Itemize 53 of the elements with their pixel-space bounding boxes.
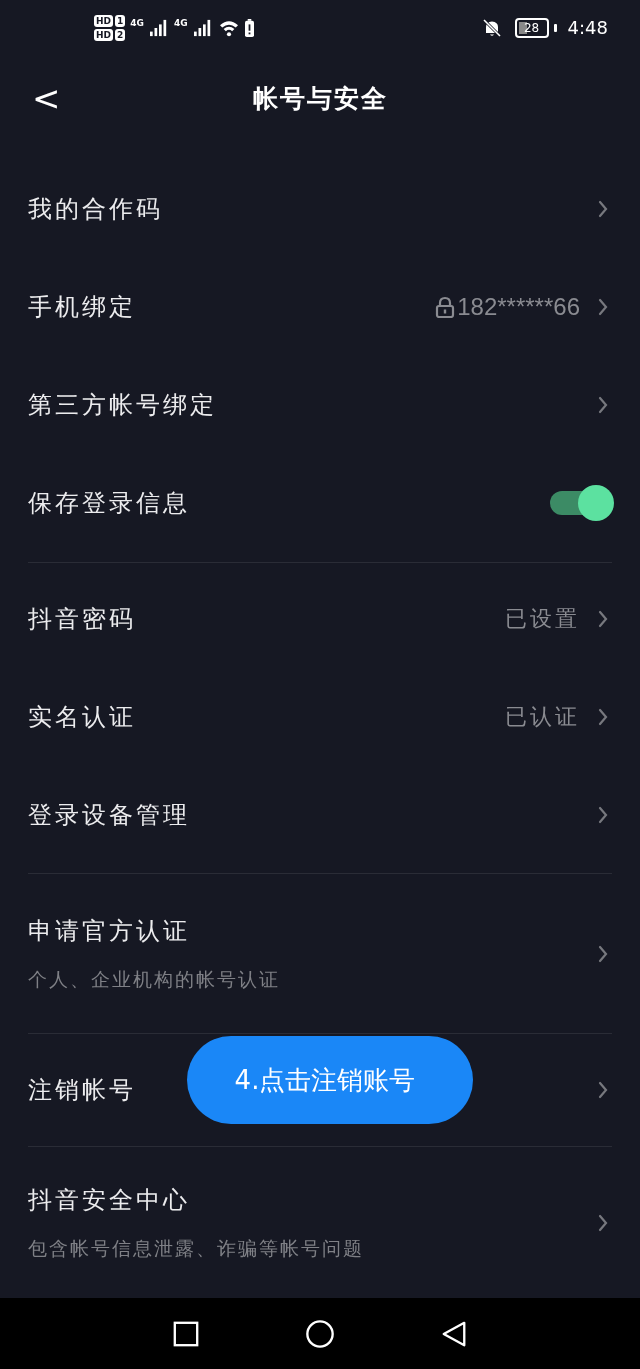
chevron-icon [598,944,608,963]
network-label: 4G [173,18,188,28]
bell-off-icon [481,17,502,38]
row-title: 抖音密码 [28,604,136,636]
row-title: 登录设备管理 [28,800,190,832]
toggle-row[interactable]: 保存登录信息 [28,454,612,553]
sim-label: HD [94,14,113,27]
settings-row[interactable]: 第三方帐号绑定 [28,356,612,455]
settings-row[interactable]: 实名认证 已认证 [28,668,612,767]
sim-slot: 2 [115,28,126,41]
settings-row[interactable]: 登录设备管理 [28,766,612,865]
settings-row[interactable]: 抖音密码 已设置 [28,570,612,669]
row-title: 抖音安全中心 [28,1184,190,1216]
row-title: 实名认证 [28,702,136,734]
home-icon[interactable] [305,1318,335,1349]
page-title: 帐号与安全 [252,83,388,116]
back-button[interactable]: < [26,75,67,120]
toggle-switch[interactable] [548,485,614,522]
battery-indicator: 28 [514,17,549,38]
chevron-icon [598,298,608,317]
chevron-icon [598,1213,608,1232]
row-value: 已认证 [505,703,580,732]
settings-row[interactable]: 我的合作码 [28,160,612,259]
row-title: 保存登录信息 [28,488,190,520]
network-label: 4G [130,18,144,28]
chevron-icon [598,708,608,727]
chevron-icon [598,806,608,825]
chevron-icon [598,1081,608,1100]
clock-time: 4:48 [567,17,608,39]
row-subtitle: 包含帐号信息泄露、诈骗等帐号问题 [28,1235,364,1261]
settings-row[interactable]: 抖音安全中心 包含帐号信息泄露、诈骗等帐号问题 [28,1147,612,1299]
sim-label: HD [94,28,113,41]
settings-row[interactable]: 手机绑定 182******66 [28,258,612,357]
signal-icon [192,18,213,37]
callout-bubble: 4.点击注销账号 [187,1036,473,1125]
row-value: 182******66 [457,293,580,322]
wifi-icon [217,18,240,37]
sim-slot: 1 [115,14,126,27]
row-subtitle: 个人、企业机构的帐号认证 [28,966,280,992]
row-value: 已设置 [505,605,580,634]
row-title: 注销帐号 [28,1075,136,1107]
chevron-icon [598,200,608,219]
signal-icon [148,18,169,37]
row-title: 我的合作码 [28,194,163,226]
chevron-icon [598,610,608,629]
row-title: 第三方帐号绑定 [28,390,217,422]
settings-row[interactable]: 申请官方认证 个人、企业机构的帐号认证 [28,874,612,1034]
row-title: 申请官方认证 [28,915,190,947]
row-title: 手机绑定 [28,292,136,324]
settings-row[interactable]: 注销帐号 4.点击注销账号 [28,1034,612,1147]
chevron-icon [598,396,608,415]
battery-alert-icon [244,18,254,37]
recents-icon[interactable] [172,1319,201,1348]
